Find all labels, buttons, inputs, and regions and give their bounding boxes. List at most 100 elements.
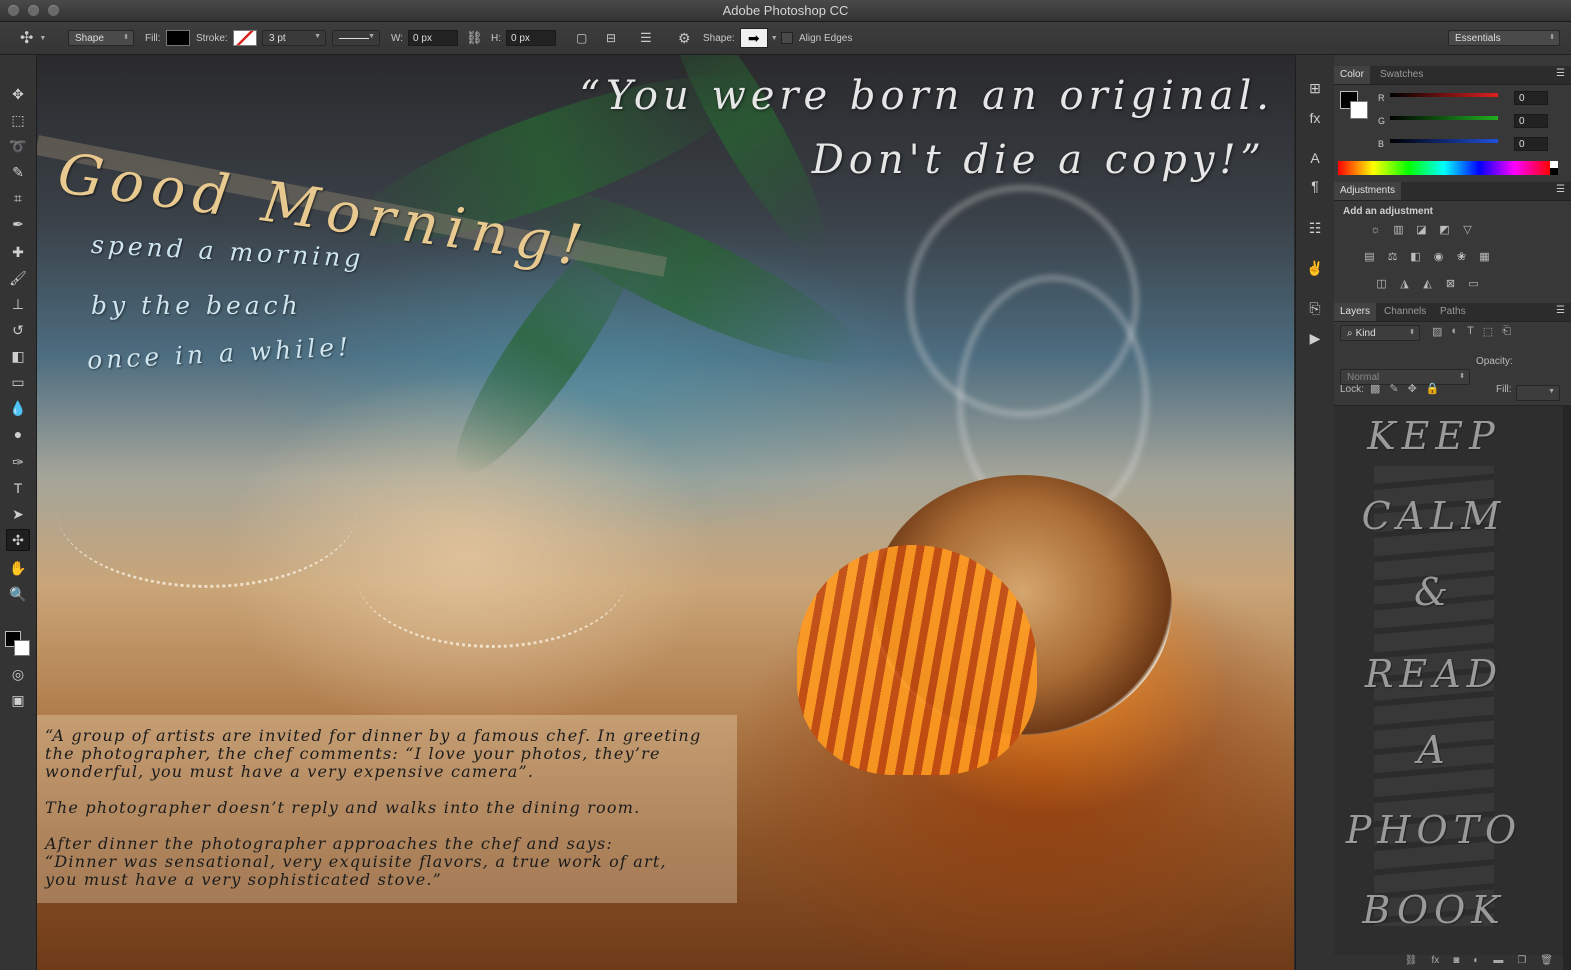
opacity-input[interactable]: ▼ [1516,385,1560,401]
shape-picker[interactable]: ➡ [739,28,768,48]
workspace-dropdown[interactable]: Essentials ⬍ [1448,30,1560,46]
pixel-filter-icon[interactable]: ▨ [1432,325,1442,338]
vibrance-icon[interactable]: ▽ [1460,222,1475,237]
quick-mask-icon[interactable]: ◎ [6,663,30,685]
quick-selection-tool-icon[interactable]: ✎ [6,161,30,183]
curves-icon[interactable]: ◪ [1414,222,1429,237]
panel-menu-icon[interactable]: ☰ [1556,184,1565,195]
move-tool-icon[interactable]: ✥ [6,83,30,105]
tool-presets-icon[interactable]: ✌ [1304,257,1326,279]
channel-mixer-icon[interactable]: ❀ [1454,249,1469,264]
lock-position-icon[interactable]: ✥ [1408,382,1417,395]
new-group-icon[interactable]: ▬ [1493,955,1503,970]
healing-brush-tool-icon[interactable]: ✚ [6,241,30,263]
tab-paths[interactable]: Paths [1434,303,1472,321]
tab-layers[interactable]: Layers [1334,303,1377,321]
stroke-type-dropdown[interactable]: ▼ [332,30,380,46]
tool-mode-dropdown[interactable]: Shape ⬍ [68,30,134,46]
hand-tool-icon[interactable]: ✋ [6,557,30,579]
photo-filter-icon[interactable]: ◉ [1431,249,1446,264]
character-panel-icon[interactable]: A [1304,147,1326,169]
link-icon[interactable]: ⛓ [466,30,483,46]
invert-icon[interactable]: ◫ [1374,276,1389,291]
tab-swatches[interactable]: Swatches [1374,66,1429,84]
adjustment-filter-icon[interactable]: ◐ [1451,325,1458,338]
zoom-tool-icon[interactable]: 🔍 [6,583,30,605]
posterize-icon[interactable]: ◮ [1397,276,1412,291]
tab-color[interactable]: Color [1334,66,1370,84]
selective-color-icon[interactable]: ⊠ [1443,276,1458,291]
color-spectrum-bar[interactable] [1338,161,1550,175]
panel-menu-icon[interactable]: ☰ [1556,305,1565,316]
threshold-icon[interactable]: ◭ [1420,276,1435,291]
history-panel-icon[interactable]: ⊞ [1304,77,1326,99]
spectrum-black-chip[interactable] [1550,168,1558,175]
layer-style-icon[interactable]: fx [1431,955,1439,970]
path-arrangement-icon[interactable]: ☰ [640,30,652,46]
stroke-width-field[interactable]: 3 pt ▼ [262,30,326,46]
fill-swatch[interactable] [165,30,190,46]
width-input[interactable]: 0 px [408,30,459,46]
path-operations-icon[interactable]: ▢ [576,31,587,45]
link-layers-icon[interactable]: ⛓ [1405,955,1418,970]
gradient-map-icon[interactable]: ▭ [1466,276,1481,291]
color-balance-icon[interactable]: ⚖ [1385,249,1400,264]
exposure-icon[interactable]: ◩ [1437,222,1452,237]
crop-tool-icon[interactable]: ⌗ [6,187,30,209]
layers-scrollbar[interactable] [1563,405,1571,970]
hue-saturation-icon[interactable]: ▤ [1362,249,1377,264]
lock-pixels-icon[interactable]: ✎ [1389,382,1398,395]
custom-shape-tool-icon[interactable]: ✣ [6,529,30,551]
layer-kind-filter[interactable]: ⌕ Kind ⬍ [1340,325,1420,341]
pen-tool-icon[interactable]: ✑ [6,451,30,473]
lock-all-icon[interactable]: 🔒 [1426,382,1440,395]
path-selection-tool-icon[interactable]: ➤ [6,503,30,525]
levels-icon[interactable]: ▥ [1391,222,1406,237]
path-alignment-icon[interactable]: ⊟ [606,31,616,45]
tab-channels[interactable]: Channels [1378,303,1432,321]
brush-tool-icon[interactable]: 🖌 [6,267,30,289]
marquee-tool-icon[interactable]: ⬚ [6,109,30,131]
add-mask-icon[interactable]: ◙ [1453,955,1459,970]
red-slider[interactable] [1390,93,1498,97]
styles-panel-icon[interactable]: fx [1304,107,1326,129]
blue-value-input[interactable]: 0 [1514,137,1548,151]
clone-source-icon[interactable]: ⎘ [1304,297,1326,319]
lasso-tool-icon[interactable]: ➰ [6,135,30,157]
properties-panel-icon[interactable]: ☷ [1304,217,1326,239]
new-layer-icon[interactable]: ❐ [1517,955,1526,970]
spectrum-white-chip[interactable] [1550,161,1558,168]
black-white-icon[interactable]: ◧ [1408,249,1423,264]
align-edges-checkbox[interactable] [781,32,793,44]
height-input[interactable]: 0 px [506,30,556,46]
eyedropper-tool-icon[interactable]: ✒ [6,213,30,235]
background-color-swatch[interactable] [14,640,30,656]
type-filter-icon[interactable]: T [1467,325,1474,338]
trash-icon[interactable]: 🗑 [1540,955,1553,970]
shape-filter-icon[interactable]: ⬚ [1483,325,1493,338]
brightness-contrast-icon[interactable]: ☼ [1368,222,1383,237]
tool-preset-picker[interactable]: ✣ ▼ [20,22,46,54]
history-brush-tool-icon[interactable]: ↺ [6,319,30,341]
clone-stamp-tool-icon[interactable]: ⊥ [6,293,30,315]
background-color-chip[interactable] [1350,101,1368,119]
green-value-input[interactable]: 0 [1514,114,1548,128]
eraser-tool-icon[interactable]: ◧ [6,345,30,367]
document-canvas[interactable]: Good Morning! spend a morning by the bea… [37,55,1294,970]
screen-mode-icon[interactable]: ▣ [6,689,30,711]
green-slider[interactable] [1390,116,1498,120]
panel-menu-icon[interactable]: ☰ [1556,68,1565,79]
blur-tool-icon[interactable]: 💧 [6,397,30,419]
gear-icon[interactable]: ⚙ [678,30,691,47]
gradient-tool-icon[interactable]: ▭ [6,371,30,393]
layers-list[interactable]: KEEP CALM & READ A PHOTO BOOK [1334,405,1563,956]
tab-adjustments[interactable]: Adjustments [1334,182,1402,200]
type-tool-icon[interactable]: T [6,477,30,499]
paragraph-panel-icon[interactable]: ¶ [1304,175,1326,197]
red-value-input[interactable]: 0 [1514,91,1548,105]
dodge-tool-icon[interactable]: ● [6,423,30,445]
chevron-down-icon[interactable]: ▼ [771,35,778,42]
smart-object-filter-icon[interactable]: ⎗ [1502,325,1511,338]
lock-transparency-icon[interactable]: ▩ [1370,382,1380,395]
new-adjustment-layer-icon[interactable]: ◐ [1473,955,1479,970]
